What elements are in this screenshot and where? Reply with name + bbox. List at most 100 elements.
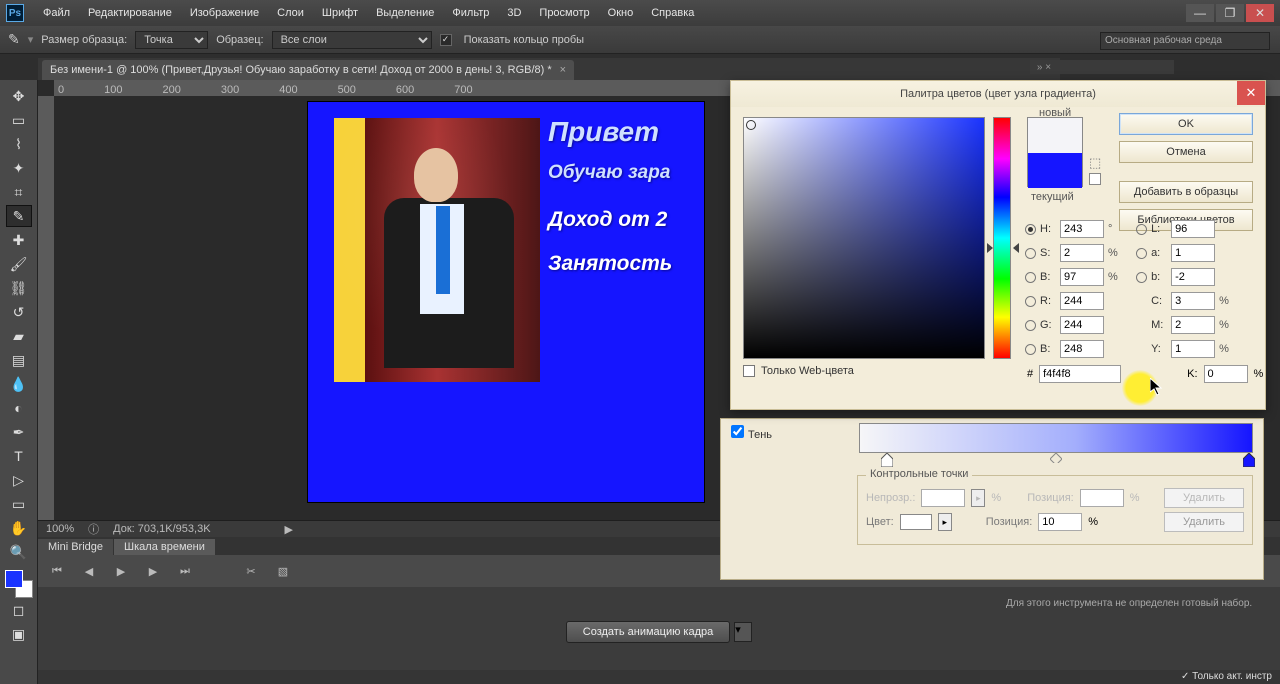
gradient-midpoint[interactable] bbox=[1050, 453, 1062, 467]
input-m[interactable] bbox=[1171, 316, 1215, 334]
hue-handle-left-icon[interactable] bbox=[987, 243, 993, 253]
tab-timeline[interactable]: Шкала времени bbox=[114, 539, 215, 555]
menu-3d[interactable]: 3D bbox=[498, 7, 530, 19]
animation-dropdown[interactable]: ▾ bbox=[734, 622, 752, 642]
eraser-tool[interactable]: ▰ bbox=[6, 325, 32, 347]
ring-checkbox[interactable]: ✓ bbox=[440, 34, 452, 46]
menu-view[interactable]: Просмотр bbox=[530, 7, 598, 19]
color-position-input[interactable] bbox=[1038, 513, 1082, 531]
radio-lab-b[interactable] bbox=[1136, 272, 1147, 283]
history-brush-tool[interactable]: ↺ bbox=[6, 301, 32, 323]
close-button[interactable]: ✕ bbox=[1246, 4, 1274, 22]
shape-tool[interactable]: ▭ bbox=[6, 493, 32, 515]
shadow-checkbox-input[interactable] bbox=[731, 425, 744, 438]
gradient-stop-right[interactable] bbox=[1243, 453, 1255, 467]
sample-size-select[interactable]: Точка bbox=[135, 31, 208, 49]
eyedropper-tool[interactable]: ✎ bbox=[6, 205, 32, 227]
input-a[interactable] bbox=[1171, 244, 1215, 262]
hand-tool[interactable]: ✋ bbox=[6, 517, 32, 539]
fg-color-swatch[interactable] bbox=[5, 570, 23, 588]
next-frame-button[interactable]: ▶ bbox=[144, 565, 162, 578]
menu-window[interactable]: Окно bbox=[599, 7, 643, 19]
color-swatches[interactable] bbox=[5, 570, 33, 598]
hex-input[interactable] bbox=[1039, 365, 1121, 383]
create-animation-button[interactable]: Создать анимацию кадра bbox=[566, 621, 730, 643]
input-k[interactable] bbox=[1204, 365, 1248, 383]
radio-h[interactable] bbox=[1025, 224, 1036, 235]
screenmode-tool[interactable]: ▣ bbox=[6, 623, 32, 645]
radio-a[interactable] bbox=[1136, 248, 1147, 259]
close-tab-icon[interactable]: × bbox=[560, 64, 566, 76]
play-button[interactable]: ▶ bbox=[112, 565, 130, 578]
shadow-checkbox[interactable]: Тень bbox=[731, 425, 772, 441]
zoom-level[interactable]: 100% bbox=[46, 523, 74, 535]
zoom-tool[interactable]: 🔍 bbox=[6, 541, 32, 563]
type-tool[interactable]: T bbox=[6, 445, 32, 467]
status-arrow-icon[interactable]: ▶ bbox=[285, 523, 293, 536]
web-only-row[interactable]: Только Web-цвета bbox=[743, 365, 854, 377]
input-s[interactable] bbox=[1060, 244, 1104, 262]
input-c[interactable] bbox=[1171, 292, 1215, 310]
current-color-swatch[interactable] bbox=[1028, 153, 1082, 188]
gradient-tool[interactable]: ▤ bbox=[6, 349, 32, 371]
color-arrow[interactable]: ▸ bbox=[938, 513, 952, 531]
input-h[interactable] bbox=[1060, 220, 1104, 238]
sample-select[interactable]: Все слои bbox=[272, 31, 432, 49]
input-y[interactable] bbox=[1171, 340, 1215, 358]
quickmask-tool[interactable]: ◻ bbox=[6, 599, 32, 621]
menu-type[interactable]: Шрифт bbox=[313, 7, 367, 19]
gradient-strip[interactable] bbox=[859, 423, 1253, 453]
ruler-vertical[interactable] bbox=[38, 96, 54, 520]
radio-b2[interactable] bbox=[1025, 344, 1036, 355]
menu-filter[interactable]: Фильтр bbox=[443, 7, 498, 19]
color-picker-close[interactable]: ✕ bbox=[1237, 81, 1265, 105]
new-color-swatch[interactable] bbox=[1028, 118, 1082, 153]
path-select-tool[interactable]: ▷ bbox=[6, 469, 32, 491]
wand-tool[interactable]: ✦ bbox=[6, 157, 32, 179]
hue-handle-right-icon[interactable] bbox=[1013, 243, 1019, 253]
radio-s[interactable] bbox=[1025, 248, 1036, 259]
websafe-swatch[interactable] bbox=[1089, 173, 1101, 185]
radio-b[interactable] bbox=[1025, 272, 1036, 283]
add-swatch-button[interactable]: Добавить в образцы bbox=[1119, 181, 1253, 203]
pen-tool[interactable]: ✒ bbox=[6, 421, 32, 443]
cut-icon[interactable]: ✂ bbox=[242, 565, 260, 578]
last-frame-button[interactable]: ⏭ bbox=[176, 565, 194, 578]
maximize-button[interactable]: ❐ bbox=[1216, 4, 1244, 22]
dodge-tool[interactable]: ◐ bbox=[6, 397, 32, 419]
stamp-tool[interactable]: ⛓ bbox=[6, 277, 32, 299]
tab-minibridge[interactable]: Mini Bridge bbox=[38, 539, 113, 555]
brush-tool[interactable]: 🖌 bbox=[6, 253, 32, 275]
lasso-tool[interactable]: ⌇ bbox=[6, 133, 32, 155]
menu-edit[interactable]: Редактирование bbox=[79, 7, 181, 19]
saturation-value-field[interactable] bbox=[743, 117, 985, 359]
color-picker-titlebar[interactable]: Палитра цветов (цвет узла градиента) ✕ bbox=[731, 81, 1265, 107]
menu-layers[interactable]: Слои bbox=[268, 7, 313, 19]
web-only-checkbox[interactable] bbox=[743, 365, 755, 377]
input-b2[interactable] bbox=[1060, 340, 1104, 358]
hue-slider[interactable] bbox=[993, 117, 1011, 359]
first-frame-button[interactable]: ⏮ bbox=[48, 565, 66, 578]
input-g[interactable] bbox=[1060, 316, 1104, 334]
crop-tool[interactable]: ⌗ bbox=[6, 181, 32, 203]
menu-help[interactable]: Справка bbox=[642, 7, 703, 19]
radio-l[interactable] bbox=[1136, 224, 1147, 235]
prev-frame-button[interactable]: ◀ bbox=[80, 565, 98, 578]
menu-file[interactable]: Файл bbox=[34, 7, 79, 19]
marquee-tool[interactable]: ▭ bbox=[6, 109, 32, 131]
panel-collapse-strip[interactable] bbox=[1054, 60, 1174, 74]
canvas-document[interactable]: Привет Обучаю зара Доход от 2 Занятость bbox=[308, 102, 704, 502]
menu-image[interactable]: Изображение bbox=[181, 7, 268, 19]
info-icon[interactable]: ⓘ bbox=[88, 521, 99, 537]
sv-cursor-icon[interactable] bbox=[746, 120, 756, 130]
input-lab-b[interactable] bbox=[1171, 268, 1215, 286]
footer-only-active[interactable]: Только акт. инстр bbox=[1181, 671, 1272, 682]
move-tool[interactable]: ✥ bbox=[6, 85, 32, 107]
menu-select[interactable]: Выделение bbox=[367, 7, 443, 19]
input-b[interactable] bbox=[1060, 268, 1104, 286]
options-icon[interactable]: ▧ bbox=[274, 565, 292, 578]
document-tab[interactable]: Без имени-1 @ 100% (Привет,Друзья! Обуча… bbox=[42, 60, 574, 80]
radio-g[interactable] bbox=[1025, 320, 1036, 331]
stop-color-swatch[interactable] bbox=[900, 514, 932, 530]
cancel-button[interactable]: Отмена bbox=[1119, 141, 1253, 163]
